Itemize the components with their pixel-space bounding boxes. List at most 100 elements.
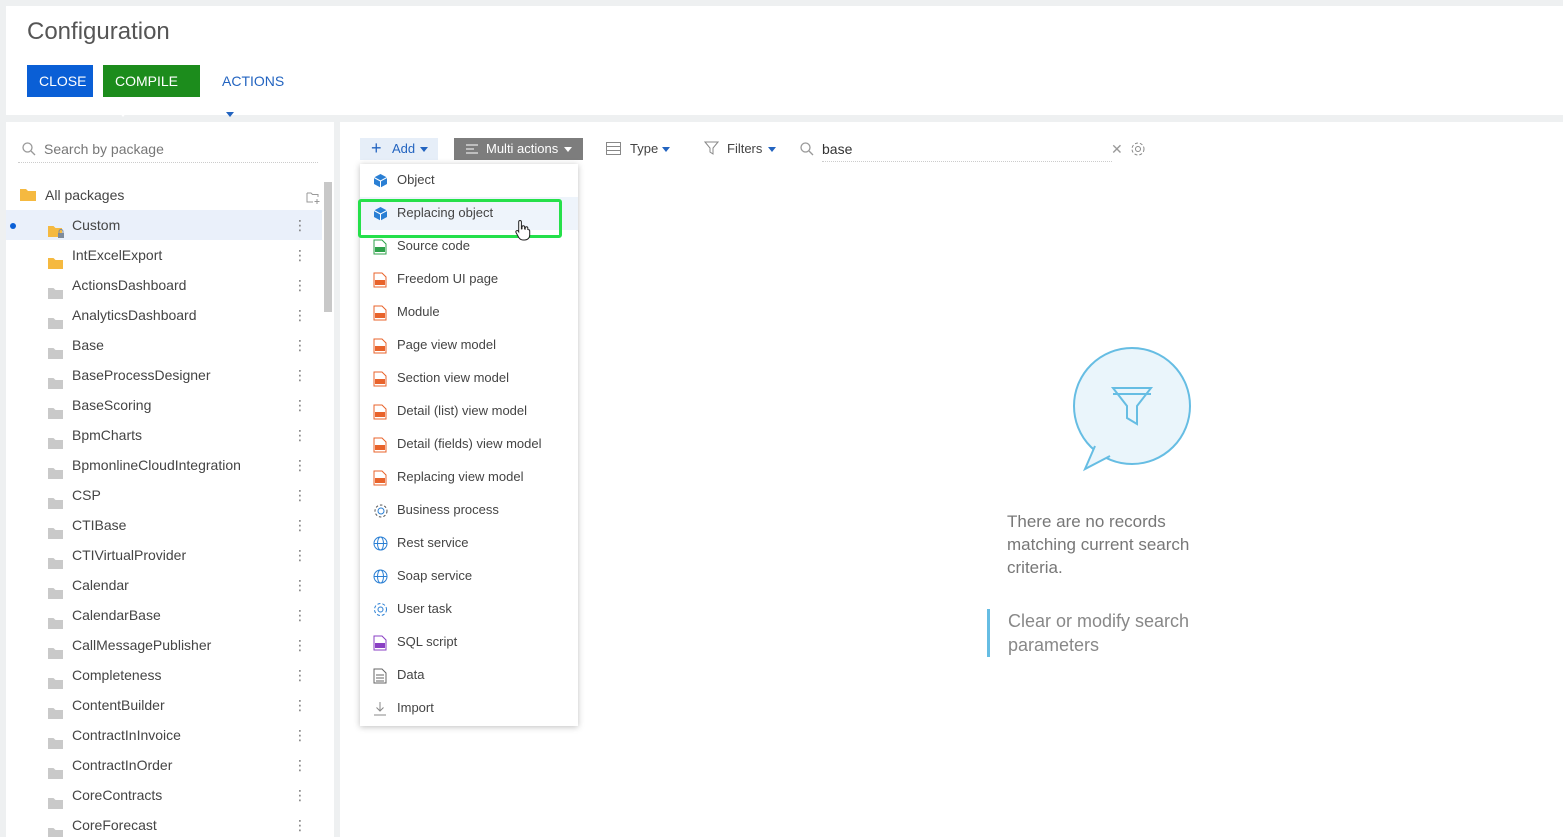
package-item[interactable]: Calendar ⋮ xyxy=(6,570,322,600)
package-item[interactable]: ContractInOrder ⋮ xyxy=(6,750,322,780)
actions-button[interactable]: ACTIONS xyxy=(210,65,300,117)
menu-item-label: Source code xyxy=(397,238,470,253)
package-label: ActionsDashboard xyxy=(72,277,187,293)
kebab-menu-icon[interactable]: ⋮ xyxy=(293,600,307,630)
package-item[interactable]: ActionsDashboard ⋮ xyxy=(6,270,322,300)
package-item[interactable]: ContractInInvoice ⋮ xyxy=(6,720,322,750)
package-item[interactable]: Custom ⋮ xyxy=(6,210,322,240)
all-packages-item[interactable]: All packages xyxy=(20,184,320,208)
type-button[interactable]: Type xyxy=(604,138,674,160)
js-file-icon xyxy=(373,272,387,291)
kebab-menu-icon[interactable]: ⋮ xyxy=(293,240,307,270)
menu-item[interactable]: SQL script xyxy=(360,626,578,659)
kebab-menu-icon[interactable]: ⋮ xyxy=(293,510,307,540)
menu-item[interactable]: Page view model xyxy=(360,329,578,362)
kebab-menu-icon[interactable]: ⋮ xyxy=(293,630,307,660)
kebab-menu-icon[interactable]: ⋮ xyxy=(293,360,307,390)
menu-item[interactable]: Business process xyxy=(360,494,578,527)
kebab-menu-icon[interactable]: ⋮ xyxy=(293,780,307,810)
menu-lines-icon xyxy=(466,144,478,154)
add-button[interactable]: + Add xyxy=(360,138,438,160)
package-label: BpmonlineCloudIntegration xyxy=(72,457,241,473)
filters-button[interactable]: Filters xyxy=(704,138,782,160)
js-file-icon xyxy=(373,404,387,423)
kebab-menu-icon[interactable]: ⋮ xyxy=(293,540,307,570)
kebab-menu-icon[interactable]: ⋮ xyxy=(293,210,307,240)
plus-icon: + xyxy=(371,138,382,158)
js-file-icon xyxy=(373,470,387,489)
kebab-menu-icon[interactable]: ⋮ xyxy=(293,810,307,837)
menu-item[interactable]: Data xyxy=(360,659,578,692)
menu-item-label: User task xyxy=(397,601,452,616)
search-input[interactable]: base xyxy=(822,141,1112,162)
package-item[interactable]: CTIVirtualProvider ⋮ xyxy=(6,540,322,570)
package-label: CoreContracts xyxy=(72,787,163,803)
menu-item[interactable]: Rest service xyxy=(360,527,578,560)
menu-item[interactable]: Detail (list) view model xyxy=(360,395,578,428)
package-item[interactable]: Completeness ⋮ xyxy=(6,660,322,690)
package-search-input[interactable]: Search by package xyxy=(18,138,318,163)
kebab-menu-icon[interactable]: ⋮ xyxy=(293,390,307,420)
package-item[interactable]: CallMessagePublisher ⋮ xyxy=(6,630,322,660)
package-item[interactable]: AnalyticsDashboard ⋮ xyxy=(6,300,322,330)
kebab-menu-icon[interactable]: ⋮ xyxy=(293,270,307,300)
menu-item[interactable]: Module xyxy=(360,296,578,329)
clear-icon[interactable]: ✕ xyxy=(1111,141,1123,158)
kebab-menu-icon[interactable]: ⋮ xyxy=(293,690,307,720)
kebab-menu-icon[interactable]: ⋮ xyxy=(293,660,307,690)
package-item[interactable]: BaseScoring ⋮ xyxy=(6,390,322,420)
menu-item-label: Soap service xyxy=(397,568,473,583)
kebab-menu-icon[interactable]: ⋮ xyxy=(293,570,307,600)
menu-item-label: Object xyxy=(397,172,435,187)
type-label: Type xyxy=(630,141,659,156)
package-item[interactable]: CSP ⋮ xyxy=(6,480,322,510)
compile-button[interactable]: COMPILE xyxy=(103,65,200,117)
kebab-menu-icon[interactable]: ⋮ xyxy=(293,300,307,330)
menu-item[interactable]: Freedom UI page xyxy=(360,263,578,296)
clear-search-link[interactable]: Clear or modify search parameters xyxy=(987,609,1248,657)
caret-down-icon xyxy=(662,147,670,152)
multi-actions-button[interactable]: Multi actions xyxy=(454,138,583,160)
package-item[interactable]: CoreContracts ⋮ xyxy=(6,780,322,810)
package-label: Base xyxy=(72,337,104,353)
caret-down-icon xyxy=(564,147,572,152)
menu-item[interactable]: User task xyxy=(360,593,578,626)
package-label: CSP xyxy=(72,487,101,503)
filter-bubble-icon xyxy=(1073,347,1191,472)
menu-item[interactable]: Object xyxy=(360,164,578,197)
package-item[interactable]: CoreForecast ⋮ xyxy=(6,810,322,837)
menu-item[interactable]: Section view model xyxy=(360,362,578,395)
menu-item[interactable]: Replacing view model xyxy=(360,461,578,494)
package-item[interactable]: BaseProcessDesigner ⋮ xyxy=(6,360,322,390)
list-type-icon xyxy=(606,142,621,155)
package-item[interactable]: IntExcelExport ⋮ xyxy=(6,240,322,270)
close-button[interactable]: CLOSE xyxy=(27,65,93,97)
package-item[interactable]: CTIBase ⋮ xyxy=(6,510,322,540)
package-item[interactable]: Base ⋮ xyxy=(6,330,322,360)
package-item[interactable]: BpmCharts ⋮ xyxy=(6,420,322,450)
multi-actions-label: Multi actions xyxy=(486,141,559,156)
kebab-menu-icon[interactable]: ⋮ xyxy=(293,480,307,510)
package-item[interactable]: BpmonlineCloudIntegration ⋮ xyxy=(6,450,322,480)
menu-item[interactable]: Soap service xyxy=(360,560,578,593)
source-code-icon xyxy=(373,239,387,258)
gear-icon[interactable] xyxy=(1130,141,1146,157)
add-package-icon[interactable] xyxy=(306,191,320,204)
package-item[interactable]: CalendarBase ⋮ xyxy=(6,600,322,630)
kebab-menu-icon[interactable]: ⋮ xyxy=(293,420,307,450)
kebab-menu-icon[interactable]: ⋮ xyxy=(293,750,307,780)
kebab-menu-icon[interactable]: ⋮ xyxy=(293,450,307,480)
package-label: BaseScoring xyxy=(72,397,152,413)
menu-item-label: Page view model xyxy=(397,337,496,352)
kebab-menu-icon[interactable]: ⋮ xyxy=(293,720,307,750)
package-item[interactable]: ContentBuilder ⋮ xyxy=(6,690,322,720)
search-icon xyxy=(800,142,814,156)
kebab-menu-icon[interactable]: ⋮ xyxy=(293,330,307,360)
menu-item-label: Import xyxy=(397,700,434,715)
menu-item[interactable]: Import xyxy=(360,692,578,725)
package-label: BaseProcessDesigner xyxy=(72,367,211,383)
search-field[interactable]: base ✕ xyxy=(800,138,1150,162)
page-header: Configuration CLOSE COMPILE ACTIONS xyxy=(6,6,1563,117)
sidebar-scrollbar[interactable] xyxy=(324,182,332,312)
menu-item[interactable]: Detail (fields) view model xyxy=(360,428,578,461)
